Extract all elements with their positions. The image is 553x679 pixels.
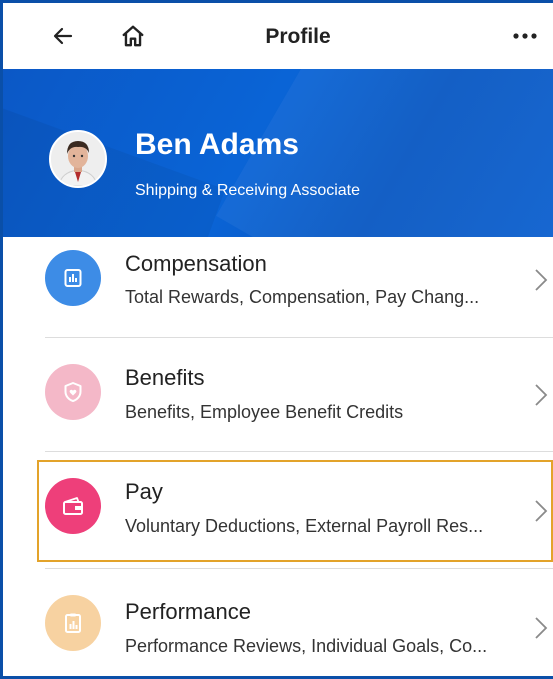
chevron-right-icon [535,500,548,522]
menu-item-subtitle: Voluntary Deductions, External Payroll R… [125,516,484,536]
menu-item-label: Compensation [125,251,267,276]
shield-heart-icon [45,364,101,420]
profile-role: Shipping & Receiving Associate [135,182,361,199]
divider [45,451,553,452]
avatar-photo [51,132,105,186]
menu-item-subtitle: Benefits, Employee Benefit Credits [125,402,404,422]
chart-icon [45,250,101,306]
menu-item-performance[interactable]: Performance Performance Reviews, Individ… [3,579,553,676]
menu-item-subtitle: Performance Reviews, Individual Goals, C… [125,636,488,656]
menu-item-pay[interactable]: Pay Voluntary Deductions, External Payro… [3,465,553,579]
divider [45,337,553,338]
profile-header: Ben Adams Shipping & Receiving Associate [3,69,553,237]
clipboard-chart-icon [45,595,101,651]
more-button[interactable] [503,14,547,58]
menu-item-subtitle: Total Rewards, Compensation, Pay Chang..… [125,287,480,307]
chevron-right-icon [535,384,548,406]
menu-item-label: Pay [125,479,163,504]
chevron-right-icon [535,269,548,291]
menu-item-label: Benefits [125,365,205,390]
avatar[interactable] [49,130,107,188]
menu-item-benefits[interactable]: Benefits Benefits, Employee Benefit Cred… [3,351,553,465]
menu-item-compensation[interactable]: Compensation Total Rewards, Compensation… [3,237,553,351]
chevron-right-icon [535,617,548,639]
more-horizontal-icon [513,33,537,39]
profile-name: Ben Adams [135,128,299,161]
profile-screen: Profile Ben Adams Shipping & Receiving A… [0,0,553,679]
page-title: Profile [265,25,331,48]
divider [45,568,553,569]
top-bar: Profile [3,3,553,69]
wallet-icon [45,478,101,534]
menu-item-label: Performance [125,599,251,624]
